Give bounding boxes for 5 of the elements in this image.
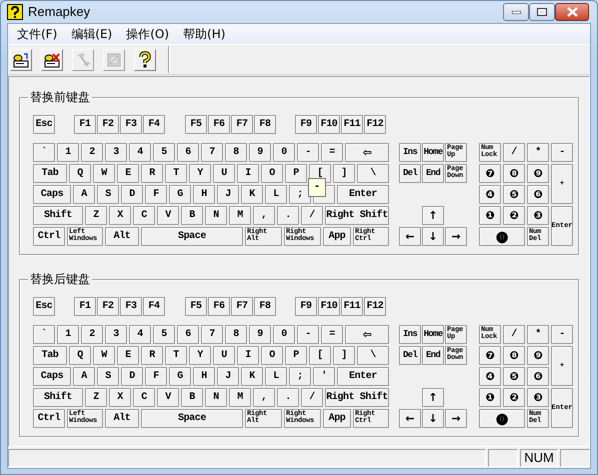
group-title: 替换后键盘: [28, 271, 92, 287]
window-title: Remapkey: [28, 3, 90, 22]
tooltip: -: [308, 178, 326, 197]
status-indicator: NUM: [520, 449, 558, 467]
group-title: 替换前键盘: [28, 89, 92, 105]
